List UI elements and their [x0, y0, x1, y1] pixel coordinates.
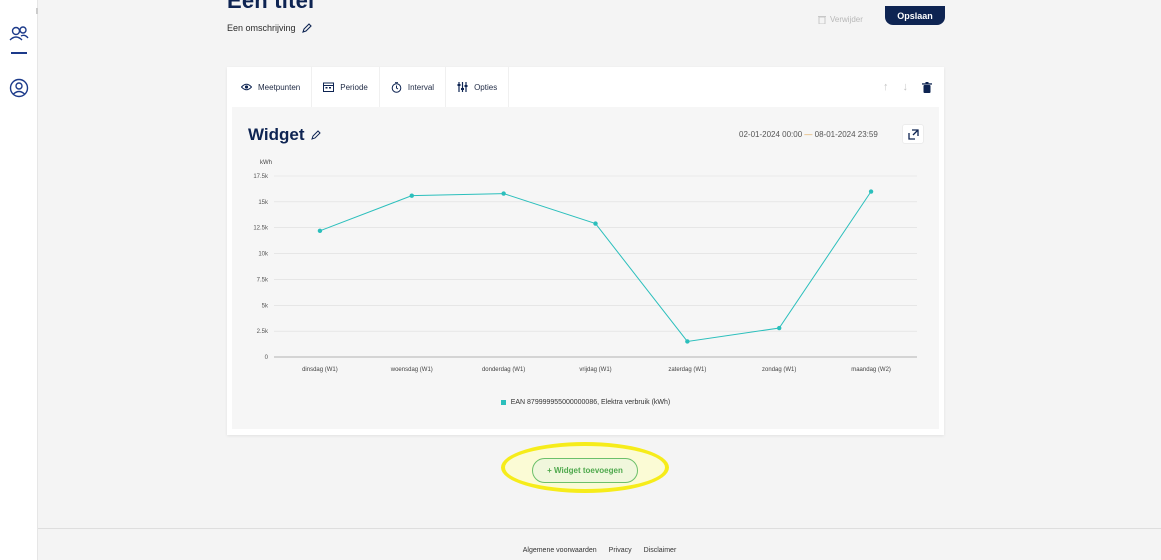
data-point: [593, 221, 598, 226]
sidebar-active-indicator: [11, 52, 27, 54]
trash-small-icon: [818, 16, 826, 24]
chart-legend[interactable]: EAN 879999955000000086, Elektra verbruik…: [232, 399, 939, 406]
eye-icon: [241, 83, 252, 91]
widget-card: Meetpunten Periode Interval Opties ↑ ↓ W…: [227, 67, 944, 435]
y-tick-label: 12.5k: [253, 226, 269, 232]
arrow-down-icon[interactable]: ↓: [903, 81, 909, 93]
widget-body: Widget 02-01-2024 00:00 — 08-01-2024 23:…: [232, 107, 939, 429]
y-tick-label: 2.5k: [257, 329, 269, 335]
tab-interval-label: Interval: [407, 82, 435, 92]
data-point: [868, 189, 874, 194]
y-axis-unit-label: kWh: [260, 160, 272, 166]
delete-button[interactable]: Verwijder: [818, 15, 863, 24]
widget-actions: ↑ ↓: [883, 67, 932, 107]
tab-interval[interactable]: Interval: [380, 67, 447, 107]
tab-meetpunten[interactable]: Meetpunten: [227, 67, 313, 107]
y-tick-label: 10k: [258, 252, 269, 258]
tab-opties[interactable]: Opties: [446, 67, 510, 107]
line-chart: kWh 0 2.5k 5k 7.5k 10k 12.5k 15k 17.5k dinsdag (W…: [253, 160, 917, 373]
add-widget-button[interactable]: + Widget toevoegen: [532, 458, 638, 483]
x-tick-label: dinsdag (W1): [302, 367, 338, 373]
widget-toolbar: Meetpunten Periode Interval Opties ↑ ↓: [227, 67, 944, 107]
x-tick-label: zaterdag (W1): [668, 367, 706, 373]
page-description-text: Een omschrijving: [227, 23, 296, 33]
calendar-icon: [323, 82, 335, 92]
y-tick-label: 5k: [262, 303, 269, 309]
page-description: Een omschrijving: [227, 23, 312, 33]
data-point: [777, 325, 782, 331]
sidebar-edge-mark: [36, 8, 38, 14]
save-button[interactable]: Opslaan: [885, 6, 945, 25]
footer-link-privacy[interactable]: Privacy: [609, 547, 632, 554]
tab-periode[interactable]: Periode: [312, 67, 380, 107]
delete-button-label: Verwijder: [830, 15, 863, 24]
x-tick-label: maandag (W2): [851, 367, 891, 373]
y-tick-label: 7.5k: [257, 277, 269, 283]
footer-link-terms[interactable]: Algemene voorwaarden: [523, 547, 597, 554]
edit-description-pencil-icon[interactable]: [301, 23, 312, 33]
legend-swatch: [500, 399, 506, 405]
footer: Algemene voorwaarden Privacy Disclaimer: [38, 547, 1161, 554]
x-tick-label: vrijdag (W1): [579, 367, 611, 373]
trash-icon[interactable]: [922, 81, 932, 93]
x-tick-label: woensdag (W1): [390, 367, 433, 373]
data-point: [685, 339, 690, 344]
y-tick-label: 15k: [258, 200, 269, 206]
arrow-up-icon[interactable]: ↑: [883, 81, 889, 93]
footer-link-disclaimer[interactable]: Disclaimer: [644, 547, 677, 554]
data-point: [317, 228, 323, 234]
users-icon[interactable]: [8, 23, 30, 45]
y-tick-label: 0: [265, 355, 269, 361]
x-tick-label: donderdag (W1): [482, 367, 525, 373]
y-tick-label: 17.5k: [253, 174, 269, 180]
sidebar: [0, 0, 38, 560]
tab-opties-label: Opties: [474, 82, 498, 92]
tab-meetpunten-label: Meetpunten: [258, 82, 301, 92]
legend-label: EAN 879999955000000086, Elektra verbruik…: [510, 399, 671, 406]
page-title: Een titel: [227, 0, 315, 13]
timer-icon: [391, 81, 402, 93]
tab-periode-label: Periode: [340, 82, 368, 92]
series-line: [319, 191, 872, 343]
data-point: [501, 191, 506, 196]
sliders-icon: [457, 82, 468, 92]
x-tick-label: zondag (W1): [762, 367, 796, 373]
footer-divider: [38, 528, 1161, 529]
user-profile-icon[interactable]: [8, 77, 30, 99]
data-point: [409, 193, 414, 198]
